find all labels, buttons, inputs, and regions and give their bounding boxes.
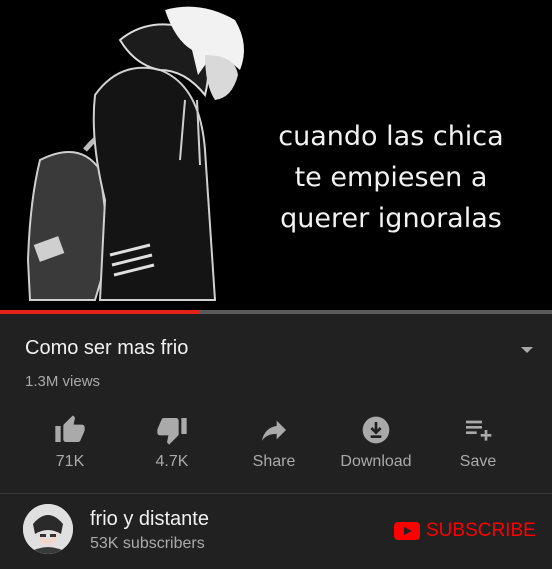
- channel-avatar[interactable]: [23, 504, 73, 554]
- download-icon: [362, 416, 390, 444]
- chevron-down-icon[interactable]: [518, 344, 536, 356]
- thumbs-up-icon: [55, 415, 85, 442]
- action-bar: 71K 4.7K Share Download Save: [0, 410, 552, 480]
- channel-name[interactable]: frio y distante: [90, 508, 209, 531]
- progress-bar-fill: [0, 310, 199, 314]
- divider: [0, 493, 552, 494]
- view-count: 1.3M views: [25, 373, 101, 390]
- youtube-play-icon: [394, 522, 420, 540]
- video-caption-text: cuando las chica te empiesen a querer ig…: [256, 116, 526, 239]
- add-to-playlist-icon: [466, 420, 492, 441]
- caption-line: querer ignoralas: [280, 203, 502, 234]
- save-label: Save: [459, 453, 497, 470]
- anime-boy-illustration: [26, 6, 244, 301]
- caption-line: cuando las chica: [278, 121, 504, 152]
- save-button[interactable]: Save: [428, 410, 528, 476]
- progress-bar[interactable]: [0, 310, 552, 314]
- video-player[interactable]: cuando las chica te empiesen a querer ig…: [0, 0, 552, 310]
- video-title: Como ser mas frio: [25, 337, 189, 359]
- like-button[interactable]: 71K: [20, 410, 120, 476]
- download-button[interactable]: Download: [326, 410, 426, 476]
- caption-line: te empiesen a: [294, 162, 488, 193]
- dislike-button[interactable]: 4.7K: [122, 410, 222, 476]
- dislike-count: 4.7K: [155, 453, 189, 470]
- download-label: Download: [340, 453, 412, 470]
- share-label: Share: [252, 453, 296, 470]
- share-arrow-icon: [262, 420, 286, 441]
- subscriber-count: 53K subscribers: [90, 535, 205, 552]
- thumbs-down-icon: [157, 418, 187, 445]
- share-button[interactable]: Share: [224, 410, 324, 476]
- avatar-image: [23, 504, 73, 554]
- subscribe-label: SUBSCRIBE: [426, 520, 536, 541]
- like-count: 71K: [55, 453, 85, 470]
- subscribe-button[interactable]: SUBSCRIBE: [394, 518, 536, 544]
